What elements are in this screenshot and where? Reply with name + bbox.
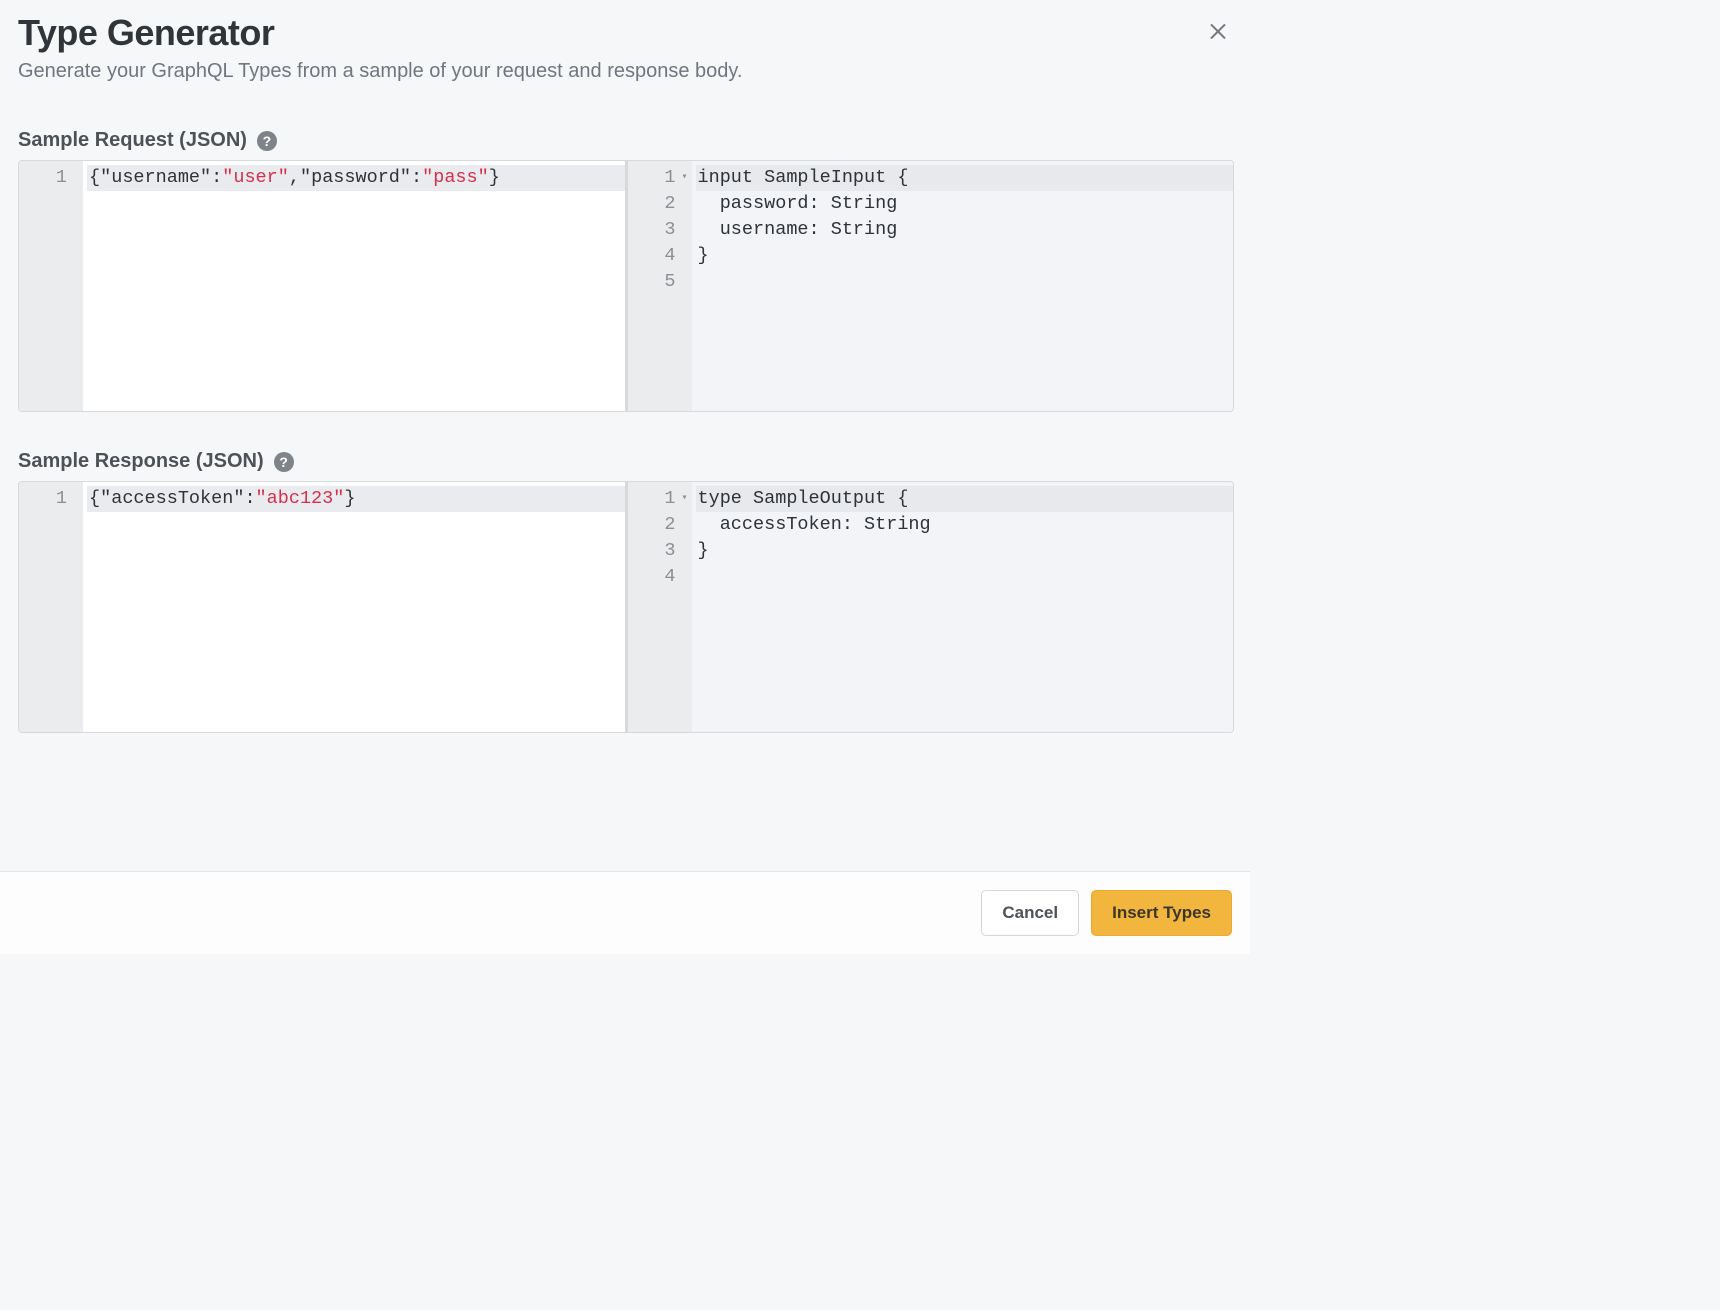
response-json-editor[interactable]: 1 {"accessToken":"abc123"}	[19, 482, 625, 732]
response-section-label: Sample Response (JSON)	[18, 450, 264, 473]
request-section-label: Sample Request (JSON)	[18, 129, 247, 152]
response-graphql-output[interactable]: 1▾234 type SampleOutput { accessToken: S…	[625, 482, 1234, 732]
editor-code[interactable]: {"username":"user","password":"pass"}	[83, 161, 625, 411]
fold-marker-icon[interactable]: ▾	[681, 486, 687, 512]
request-editor-pair: 1 {"username":"user","password":"pass"} …	[18, 160, 1234, 412]
close-icon	[1206, 18, 1230, 42]
close-button[interactable]	[1206, 18, 1230, 42]
dialog-footer: Cancel Insert Types	[0, 871, 1250, 954]
request-graphql-output[interactable]: 1▾2345 input SampleInput { password: Str…	[625, 161, 1234, 411]
request-json-editor[interactable]: 1 {"username":"user","password":"pass"}	[19, 161, 625, 411]
page-subtitle: Generate your GraphQL Types from a sampl…	[18, 60, 1232, 83]
editor-gutter: 1	[19, 482, 83, 732]
editor-gutter: 1▾234	[628, 482, 692, 732]
editor-gutter: 1	[19, 161, 83, 411]
page-title: Type Generator	[18, 12, 1232, 54]
editor-gutter: 1▾2345	[628, 161, 692, 411]
response-editor-pair: 1 {"accessToken":"abc123"} 1▾234 type Sa…	[18, 481, 1234, 733]
help-icon[interactable]: ?	[274, 452, 294, 472]
fold-marker-icon[interactable]: ▾	[681, 165, 687, 191]
editor-code[interactable]: type SampleOutput { accessToken: String}	[692, 482, 1234, 732]
help-icon[interactable]: ?	[257, 131, 277, 151]
insert-types-button[interactable]: Insert Types	[1091, 890, 1232, 936]
cancel-button[interactable]: Cancel	[981, 890, 1079, 936]
editor-code[interactable]: input SampleInput { password: String use…	[692, 161, 1234, 411]
editor-code[interactable]: {"accessToken":"abc123"}	[83, 482, 625, 732]
